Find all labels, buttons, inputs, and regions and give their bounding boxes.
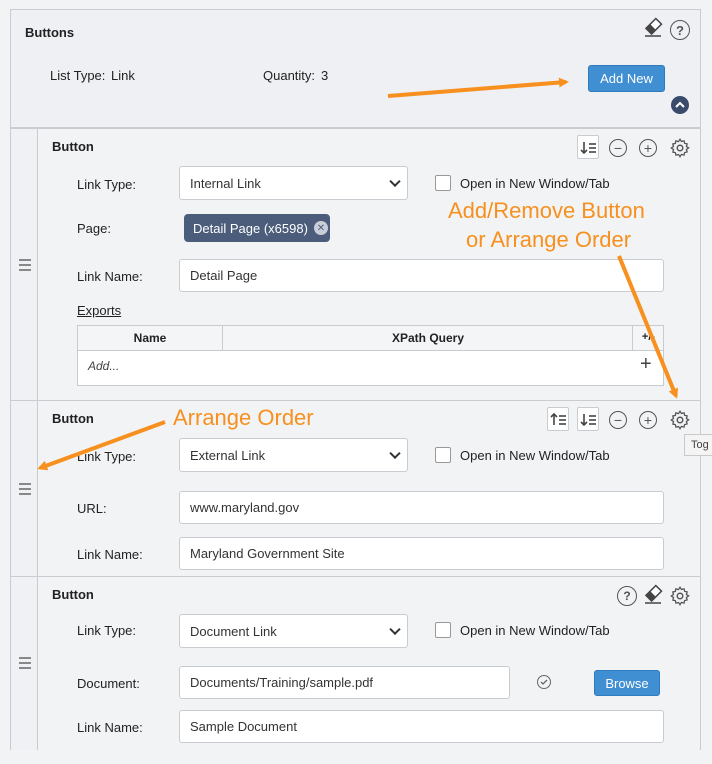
arrow-to-add-new bbox=[387, 77, 569, 98]
arrow-to-drag-handle bbox=[37, 420, 166, 471]
annotation-arrows bbox=[37, 77, 678, 471]
arrow-to-settings bbox=[617, 255, 678, 399]
